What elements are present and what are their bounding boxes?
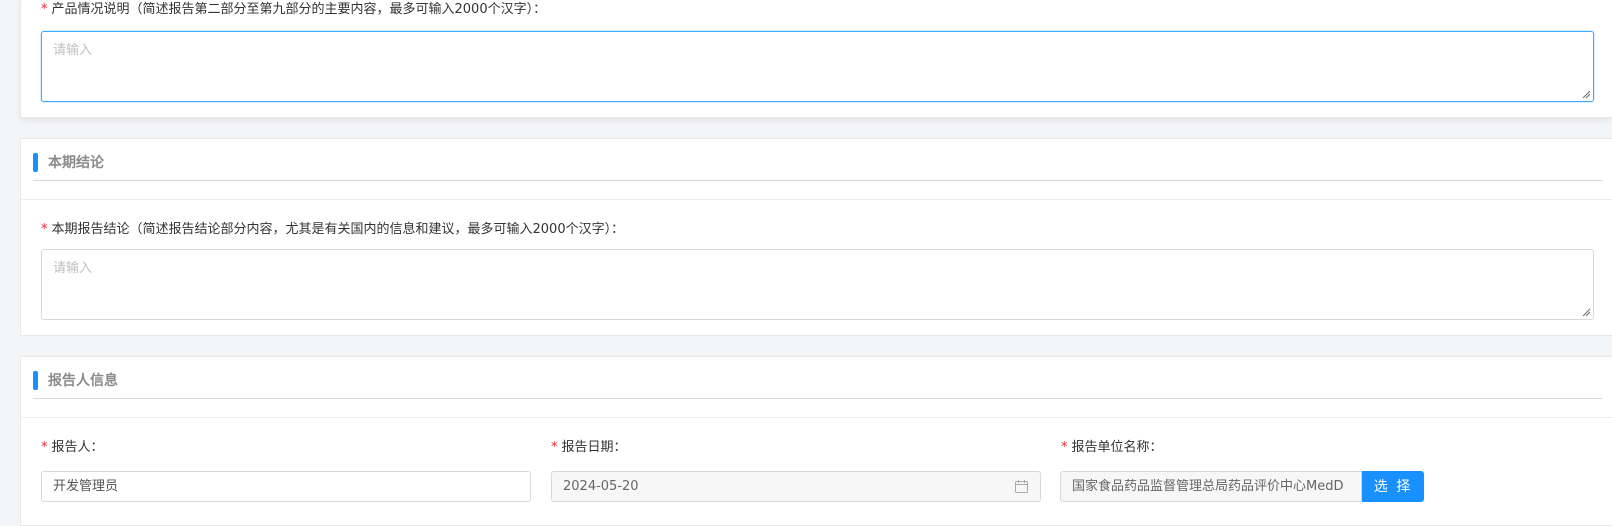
product-description-panel: * 产品情况说明（简述报告第二部分至第九部分的主要内容，最多可输入2000个汉字）… — [20, 0, 1612, 118]
product-description-textarea[interactable]: 请输入 — [41, 31, 1594, 102]
divider — [21, 417, 1612, 418]
section-accent-bar — [33, 153, 38, 172]
product-description-label: * 产品情况说明（简述报告第二部分至第九部分的主要内容，最多可输入2000个汉字）… — [41, 2, 547, 17]
calendar-icon[interactable] — [1015, 480, 1028, 493]
textarea-placeholder: 请输入 — [53, 43, 93, 58]
report-unit-label: * 报告单位名称： — [1061, 440, 1163, 455]
reporter-label: * 报告人： — [41, 440, 104, 455]
report-unit-input[interactable]: 国家食品药品监督管理总局药品评价中心MedD — [1060, 471, 1362, 502]
required-mark: * — [41, 222, 48, 237]
divider — [21, 199, 1612, 200]
section-header: 报告人信息 — [33, 357, 1602, 399]
resize-handle-icon[interactable] — [1581, 307, 1591, 317]
conclusion-label: * 本期报告结论（简述报告结论部分内容，尤其是有关国内的信息和建议，最多可输入20… — [41, 222, 625, 237]
section-title: 本期结论 — [48, 155, 104, 171]
required-mark: * — [551, 440, 558, 455]
required-mark: * — [41, 440, 48, 455]
select-unit-button[interactable]: 选 择 — [1362, 471, 1424, 502]
section-accent-bar — [33, 371, 38, 390]
reporter-input[interactable]: 开发管理员 — [41, 471, 531, 502]
section-header: 本期结论 — [33, 139, 1602, 181]
report-date-label: * 报告日期： — [551, 440, 627, 455]
required-mark: * — [41, 2, 48, 17]
report-date-picker[interactable]: 2024-05-20 — [551, 471, 1041, 502]
resize-handle-icon[interactable] — [1581, 89, 1591, 99]
reporter-info-panel: 报告人信息 * 报告人： 开发管理员 * 报告日期： 2024-05-20 * 报告单… — [20, 356, 1612, 526]
section-title: 报告人信息 — [48, 373, 118, 389]
required-mark: * — [1061, 440, 1068, 455]
conclusion-panel: 本期结论 * 本期报告结论（简述报告结论部分内容，尤其是有关国内的信息和建议，最多… — [20, 138, 1612, 336]
textarea-placeholder: 请输入 — [53, 261, 93, 276]
conclusion-textarea[interactable]: 请输入 — [41, 249, 1594, 320]
